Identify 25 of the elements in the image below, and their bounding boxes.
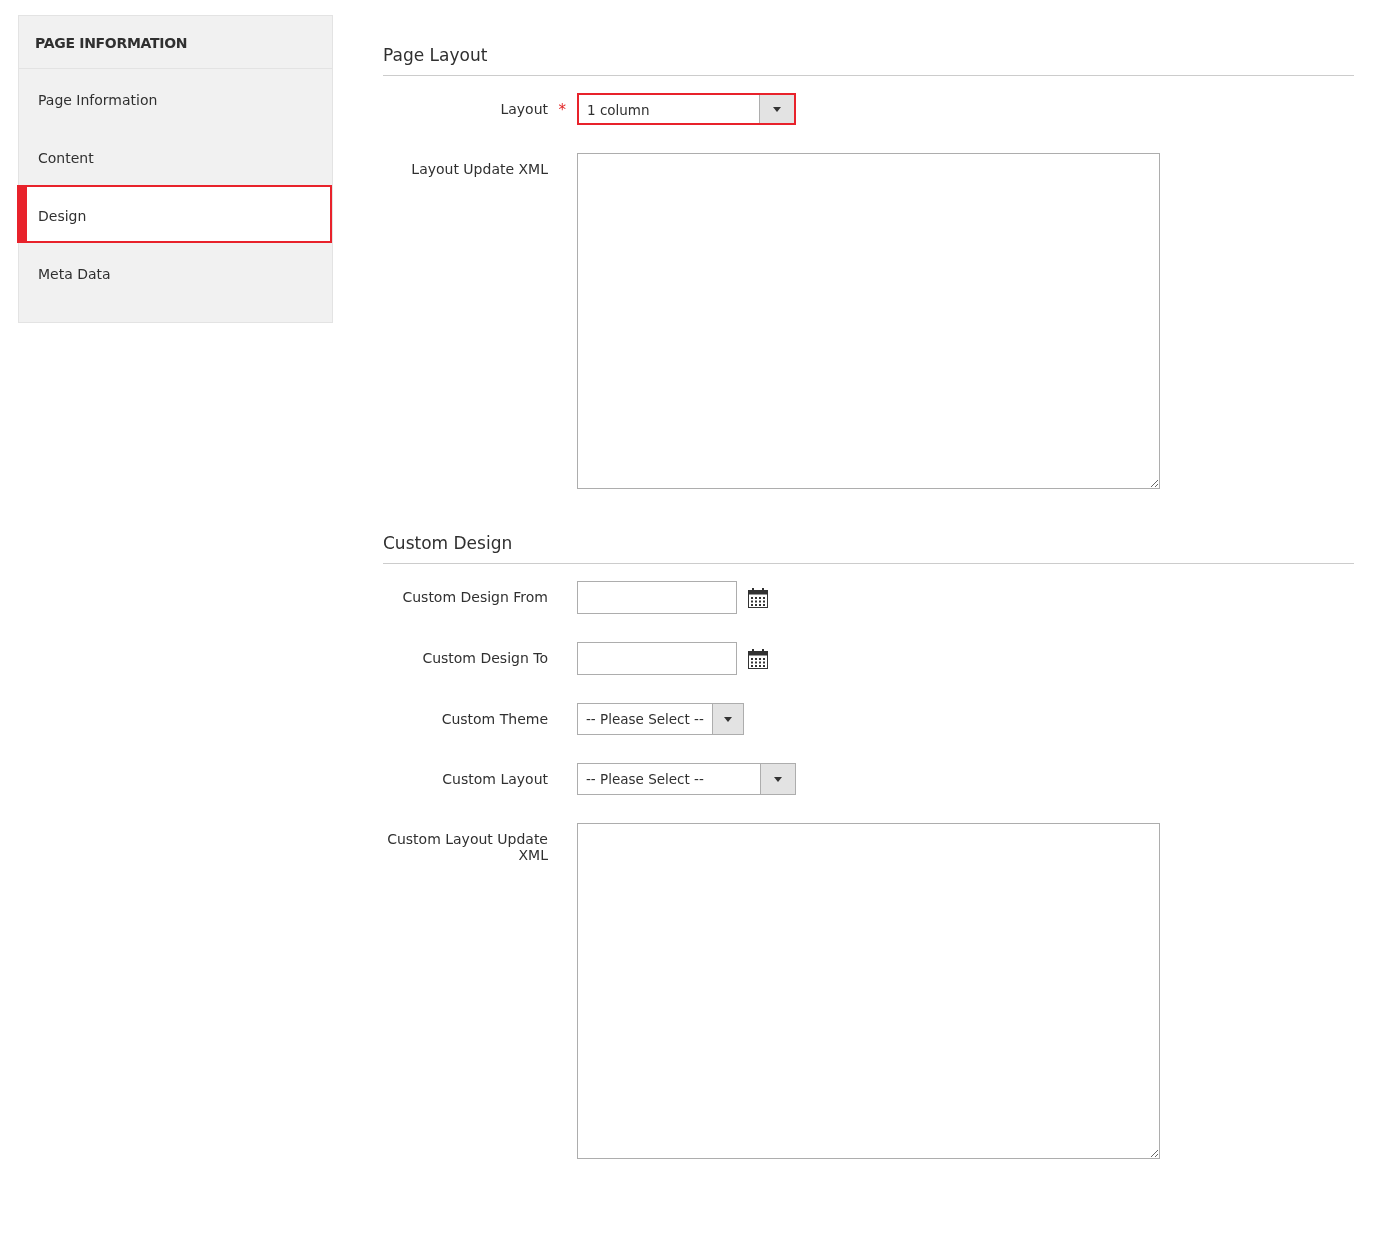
calendar-icon[interactable]: [747, 647, 769, 670]
sidebar-item[interactable]: Design: [17, 185, 332, 243]
caret-icon: [774, 776, 782, 782]
select-dropdown[interactable]: -- Please Select --: [577, 703, 744, 735]
required-asterisk: *: [558, 101, 566, 119]
field-label: Layout: [500, 101, 548, 117]
select-dropdown[interactable]: 1 column: [577, 93, 796, 125]
caret-icon: [723, 716, 732, 722]
date-field[interactable]: [577, 581, 737, 614]
calendar-icon[interactable]: [747, 586, 769, 609]
field-label: Custom Design To: [422, 650, 548, 666]
field-label: Custom Theme: [441, 711, 548, 727]
sidebar-item[interactable]: Content: [17, 127, 332, 185]
field-label: Layout Update XML: [411, 161, 548, 177]
field-label: Custom Layout: [442, 771, 548, 787]
section-title: Page Layout: [383, 45, 1354, 76]
section-title: Custom Design: [383, 533, 1354, 564]
sidebar-title: PAGE INFORMATION: [19, 16, 332, 69]
select-dropdown[interactable]: -- Please Select --: [577, 763, 796, 795]
date-field[interactable]: [577, 642, 737, 675]
sidebar-item[interactable]: Meta Data: [17, 243, 332, 301]
field-label: Custom Layout Update XML: [386, 831, 548, 863]
sidebar-item[interactable]: Page Information: [17, 69, 332, 127]
field-label: Custom Design From: [402, 589, 548, 605]
caret-icon: [773, 106, 781, 112]
